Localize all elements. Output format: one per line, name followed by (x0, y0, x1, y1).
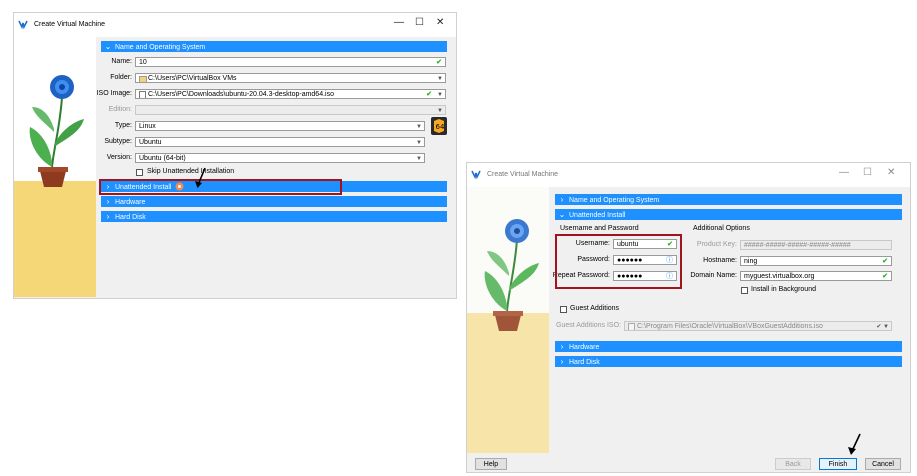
right-artwork (467, 187, 549, 453)
check-icon: ✔ (882, 258, 888, 265)
back-button[interactable]: Back (775, 458, 811, 470)
section-name-os[interactable]: › Name and Operating System (555, 194, 902, 205)
iso-disc-icon (139, 91, 146, 98)
name-input[interactable]: 10 ✔ (135, 57, 446, 67)
highlight-unattended (99, 179, 342, 195)
right-window-title: Create Virtual Machine (487, 171, 559, 178)
install-background-checkbox[interactable] (741, 287, 748, 294)
chevron-down-icon: ▼ (437, 76, 443, 82)
domain-name-input[interactable]: myguest.virtualbox.org ✔ (740, 271, 892, 281)
edition-select: ▼ (135, 105, 446, 115)
additional-options-heading: Additional Options (693, 225, 750, 232)
folder-icon (139, 76, 147, 82)
maximize-button[interactable]: ☐ (415, 17, 424, 28)
finish-button[interactable]: Finish (819, 458, 857, 470)
right-window: Create Virtual Machine — ☐ ✕ › Name and O… (466, 162, 911, 473)
section-hard-disk[interactable]: › Hard Disk (101, 211, 447, 222)
chevron-down-icon: ▼ (416, 124, 422, 130)
plant-illustration-icon (484, 219, 539, 331)
minimize-button[interactable]: — (394, 17, 404, 28)
section-hard-disk[interactable]: › Hard Disk (555, 356, 902, 367)
guest-additions-checkbox[interactable] (560, 306, 567, 313)
product-key-input: #####-#####-#####-#####-##### (740, 240, 892, 250)
chevron-right-icon: › (106, 197, 110, 206)
maximize-button[interactable]: ☐ (863, 167, 872, 178)
os-icon: 64 (431, 117, 447, 135)
edition-label: Edition: (108, 106, 132, 113)
check-icon: ✔ (426, 91, 432, 98)
section-hardware[interactable]: › Hardware (555, 341, 902, 352)
chevron-down-icon: ▼ (437, 108, 443, 114)
cancel-button[interactable]: Cancel (865, 458, 901, 470)
name-label: Name: (111, 58, 132, 65)
skip-unattended-checkbox[interactable] (136, 169, 143, 176)
iso-label: ISO Image: (96, 90, 132, 97)
arrow-pointer (195, 167, 206, 188)
version-select[interactable]: Ubuntu (64-bit) ▼ (135, 153, 425, 163)
app-icon (471, 170, 481, 179)
section-hardware[interactable]: › Hardware (101, 196, 447, 207)
install-background-label: Install in Background (751, 286, 816, 293)
type-select[interactable]: Linux ▼ (135, 121, 425, 131)
domain-name-label: Domain Name: (690, 272, 737, 279)
subtype-select[interactable]: Ubuntu ▼ (135, 137, 425, 147)
minimize-button[interactable]: — (839, 167, 849, 178)
skip-unattended-label: Skip Unattended Installation (147, 168, 235, 175)
iso-disc-icon (628, 323, 635, 330)
arrow-pointer (848, 433, 861, 455)
hostname-label: Hostname: (703, 257, 737, 264)
chevron-down-icon: ▼ (416, 140, 422, 146)
close-button[interactable]: ✕ (436, 17, 444, 28)
svg-text:64: 64 (436, 123, 445, 131)
chevron-down-icon: ✔ ▼ (876, 324, 889, 330)
product-key-label: Product Key: (696, 241, 737, 248)
guest-iso-label: Guest Additions ISO: (556, 322, 621, 329)
highlight-credentials (555, 234, 682, 289)
hostname-input[interactable]: ning ✔ (740, 256, 892, 266)
iso-select[interactable]: C:\Users\PC\Downloads\ubuntu-20.04.3-des… (135, 89, 446, 99)
chevron-right-icon: › (106, 212, 110, 221)
version-label: Version: (106, 154, 132, 161)
guest-additions-label: Guest Additions (570, 305, 620, 312)
left-titlebar: Create Virtual Machine — ☐ ✕ (14, 13, 456, 37)
folder-select[interactable]: C:\Users\PC\VirtualBox VMs ▼ (135, 73, 446, 83)
chevron-down-icon: ⌄ (558, 210, 566, 219)
check-icon: ✔ (436, 59, 442, 66)
chevron-down-icon: ⌄ (104, 42, 112, 51)
right-titlebar: Create Virtual Machine — ☐ ✕ (467, 163, 910, 187)
left-window-title: Create Virtual Machine (34, 21, 106, 28)
chevron-down-icon: ▼ (437, 92, 443, 98)
folder-label: Folder: (110, 74, 132, 81)
section-name-os[interactable]: ⌄ Name and Operating System (101, 41, 447, 52)
chevron-right-icon: › (560, 342, 564, 351)
username-password-heading: Username and Password (560, 225, 639, 232)
left-window: Create Virtual Machine — ☐ ✕ ⌄ Name and O… (13, 12, 457, 299)
type-label: Type: (114, 122, 132, 129)
chevron-down-icon: ▼ (416, 156, 422, 162)
help-button[interactable]: Help (475, 458, 507, 470)
guest-iso-select: C:\Program Files\Oracle\VirtualBox\VBoxG… (624, 321, 892, 331)
chevron-right-icon: › (560, 195, 564, 204)
chevron-right-icon: › (560, 357, 564, 366)
section-unattended-install[interactable]: ⌄ Unattended Install (555, 209, 902, 220)
subtype-label: Subtype: (104, 138, 132, 145)
check-icon: ✔ (882, 273, 888, 280)
app-icon (18, 20, 28, 29)
close-button[interactable]: ✕ (887, 167, 895, 178)
